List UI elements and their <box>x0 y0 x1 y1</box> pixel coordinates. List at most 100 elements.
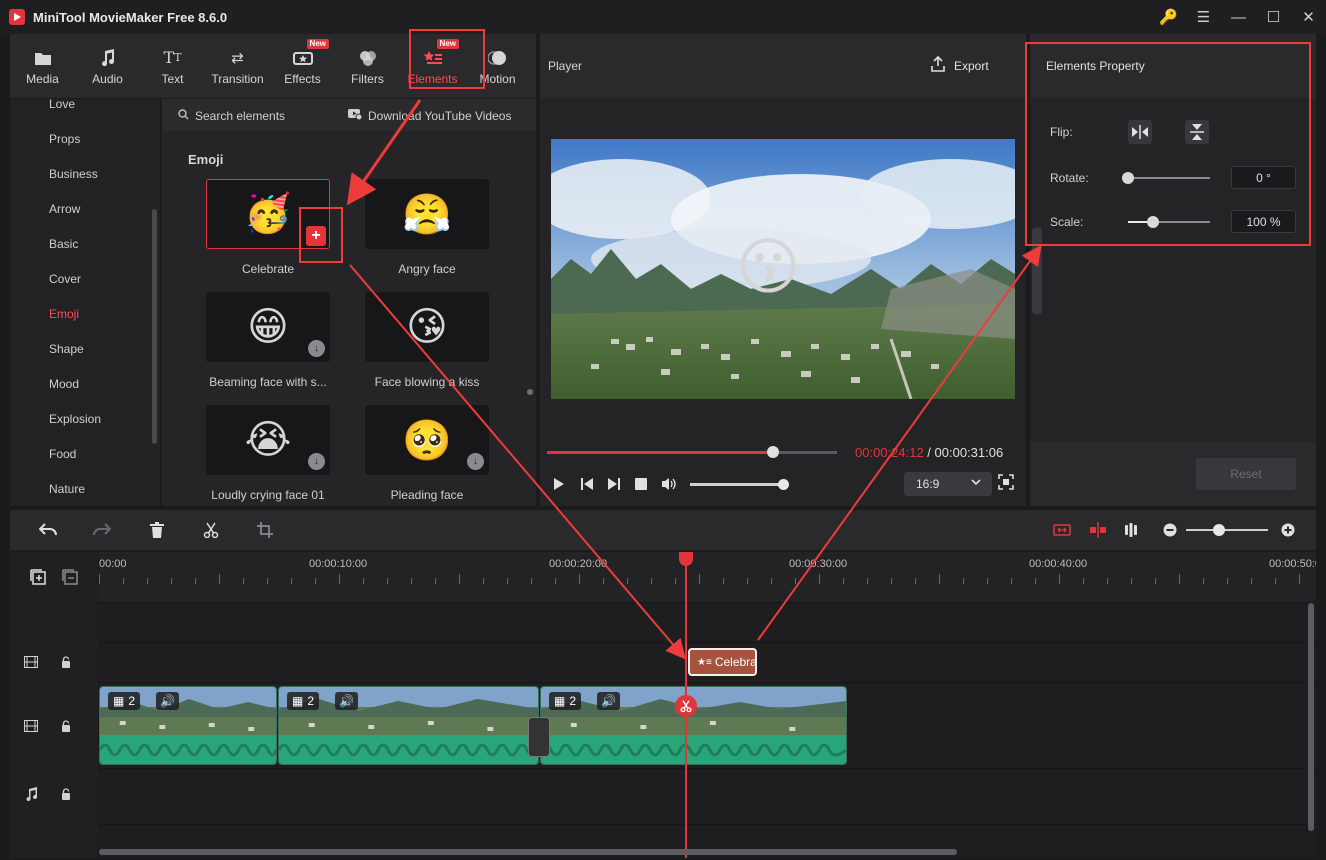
rotate-knob[interactable] <box>1122 172 1134 184</box>
delete-icon[interactable] <box>147 520 167 540</box>
fullscreen-icon[interactable] <box>998 474 1014 493</box>
volume-knob[interactable] <box>778 479 790 490</box>
tab-text[interactable]: TT Text <box>140 34 205 98</box>
zoom-out-icon[interactable] <box>1160 520 1180 540</box>
category-item-active[interactable]: Emoji <box>49 307 79 321</box>
element-clip-celebrate[interactable]: ★≡ Celebrate <box>688 648 757 676</box>
tab-media[interactable]: Media <box>10 34 75 98</box>
tab-audio[interactable]: Audio <box>75 34 140 98</box>
stop-button[interactable] <box>631 474 651 494</box>
element-card-pleading-face[interactable]: 🥺 ↓ <box>365 405 489 475</box>
category-item[interactable]: Props <box>49 132 80 146</box>
video-preview[interactable]: 😗 <box>551 139 1015 399</box>
lock-icon[interactable] <box>58 786 74 802</box>
close-button[interactable]: ✕ <box>1291 0 1326 34</box>
category-item[interactable]: Business <box>49 167 98 181</box>
timeline-area[interactable]: 00:00 00:00:10:00 00:00:20:00 00:00:30:0… <box>99 552 1316 858</box>
clip-volume-icon[interactable]: 🔊 <box>597 692 620 710</box>
audio-mixer-icon[interactable] <box>1121 520 1141 540</box>
playhead-split-icon[interactable] <box>675 695 697 717</box>
next-frame-button[interactable] <box>604 474 624 494</box>
tab-filters[interactable]: Filters <box>335 34 400 98</box>
play-button[interactable] <box>549 474 569 494</box>
category-item[interactable]: Basic <box>49 237 78 251</box>
scale-knob[interactable] <box>1146 216 1159 228</box>
ruler-tick <box>459 574 460 584</box>
clip-volume-icon[interactable]: 🔊 <box>335 692 358 710</box>
category-item[interactable]: Nature <box>49 482 85 496</box>
playback-progress-bar[interactable] <box>547 446 837 458</box>
library-scroll-indicator[interactable] <box>527 389 533 395</box>
element-card-loudly-crying-face[interactable]: 😭 ↓ <box>206 405 330 475</box>
progress-knob[interactable] <box>767 446 780 458</box>
lock-icon[interactable] <box>58 654 74 670</box>
flip-vertical-icon <box>1190 124 1204 140</box>
flip-vertical-button[interactable] <box>1185 120 1209 144</box>
download-youtube-link[interactable]: Download YouTube Videos <box>348 109 511 123</box>
category-item[interactable]: Love <box>49 99 75 111</box>
category-item[interactable]: Food <box>49 447 76 461</box>
timeline-horizontal-scrollbar[interactable] <box>99 849 957 855</box>
tab-motion[interactable]: Motion <box>465 34 530 98</box>
empty-track[interactable] <box>99 602 1316 642</box>
reset-button[interactable]: Reset <box>1196 458 1296 490</box>
volume-slider[interactable] <box>690 479 790 490</box>
aspect-ratio-select[interactable]: 16:9 <box>904 472 992 496</box>
minimize-button[interactable]: — <box>1221 0 1256 34</box>
rotate-slider[interactable] <box>1122 172 1210 184</box>
ruler-tick <box>675 578 676 584</box>
remove-track-icon[interactable] <box>62 569 78 585</box>
tab-transition[interactable]: ⇄ Transition <box>205 34 270 98</box>
playhead-handle[interactable] <box>679 552 693 566</box>
volume-icon[interactable] <box>659 474 679 494</box>
search-elements[interactable]: Search elements <box>178 109 285 123</box>
category-item[interactable]: Cover <box>49 272 81 286</box>
flip-horizontal-button[interactable] <box>1128 120 1152 144</box>
timeline-vertical-scrollbar[interactable] <box>1308 603 1314 831</box>
clip-volume-icon[interactable]: 🔊 <box>156 692 179 710</box>
zoom-knob[interactable] <box>1212 524 1225 536</box>
element-card-face-blowing-kiss[interactable]: 😘 <box>365 292 489 362</box>
timeline-zoom-slider[interactable] <box>1186 524 1268 536</box>
split-scissors-icon[interactable] <box>201 520 221 540</box>
crop-icon[interactable] <box>255 520 275 540</box>
film-track-icon <box>23 654 39 670</box>
category-item[interactable]: Arrow <box>49 202 80 216</box>
snap-split-icon[interactable] <box>1088 520 1108 540</box>
element-card-angry-face[interactable]: 😤 <box>365 179 489 249</box>
category-item[interactable]: Shape <box>49 342 84 356</box>
transition-marker[interactable] <box>528 717 550 757</box>
fit-timeline-icon[interactable] <box>1052 520 1072 540</box>
rotate-value-field[interactable]: 0 ° <box>1231 166 1296 189</box>
lock-icon[interactable] <box>58 718 74 734</box>
undo-icon[interactable] <box>38 520 58 540</box>
video-clip[interactable]: ▦ 2 🔊 <box>99 686 277 765</box>
export-button[interactable]: Export <box>930 55 989 75</box>
panel-collapse-handle[interactable] <box>1032 228 1042 314</box>
overlay-emoji-icon[interactable]: 😗 <box>736 237 801 299</box>
add-element-button[interactable]: + <box>306 226 326 246</box>
download-icon[interactable]: ↓ <box>467 453 484 470</box>
download-icon[interactable]: ↓ <box>308 340 325 357</box>
scale-slider[interactable] <box>1128 216 1210 228</box>
category-scrollbar[interactable] <box>152 209 157 444</box>
music-track[interactable] <box>99 768 1316 824</box>
video-clip[interactable]: ▦ 2 🔊 <box>278 686 539 765</box>
maximize-button[interactable]: ☐ <box>1256 0 1291 34</box>
tab-elements[interactable]: New Elements <box>400 34 465 98</box>
add-track-icon[interactable] <box>30 569 46 585</box>
time-ruler[interactable]: 00:00 00:00:10:00 00:00:20:00 00:00:30:0… <box>99 552 1316 602</box>
menu-icon[interactable]: ☰ <box>1186 0 1221 34</box>
key-icon[interactable]: 🔑 <box>1151 0 1186 34</box>
previous-frame-button[interactable] <box>577 474 597 494</box>
category-item[interactable]: Mood <box>49 377 79 391</box>
download-icon[interactable]: ↓ <box>308 453 325 470</box>
zoom-in-icon[interactable] <box>1278 520 1298 540</box>
element-card-beaming-face[interactable]: 😁 ↓ <box>206 292 330 362</box>
scale-value-field[interactable]: 100 % <box>1231 210 1296 233</box>
clip-badge: ▦ 2 <box>108 692 141 710</box>
ruler-tick <box>819 574 820 584</box>
category-item[interactable]: Explosion <box>49 412 101 426</box>
tab-effects[interactable]: New Effects <box>270 34 335 98</box>
redo-icon[interactable] <box>92 520 112 540</box>
